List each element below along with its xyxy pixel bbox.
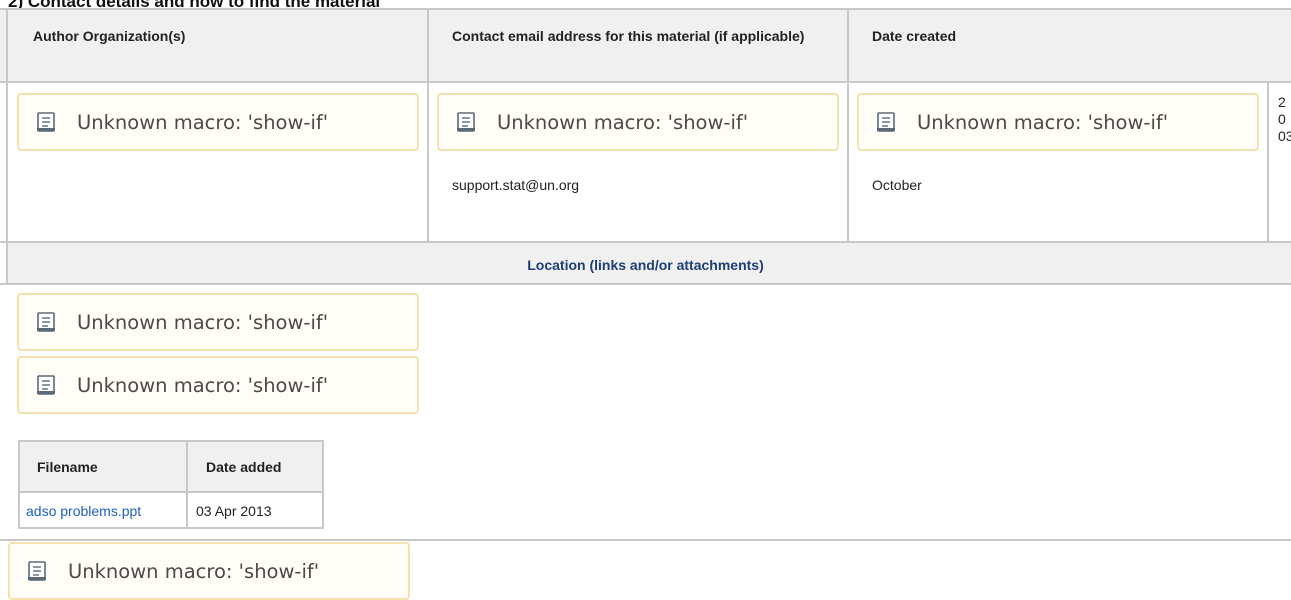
macro-label: Unknown macro: 'show-if' [77,110,329,134]
macro-label: Unknown macro: 'show-if' [68,559,320,583]
divider [0,539,1291,541]
header-filename: Filename [37,459,98,475]
attachment-link[interactable]: adso problems.ppt [26,503,141,519]
unknown-macro-panel: Unknown macro: 'show-if' [8,542,410,600]
macro-scroll-icon [35,111,57,133]
attachments-table: Filename Date added adso problems.ppt 03… [18,440,324,529]
truncated-line: 2 [1278,94,1286,110]
contact-email-value: support.stat@un.org [452,177,580,193]
column-divider [1267,82,1269,242]
truncated-date-cell: 2 0 03 [1278,94,1291,145]
table-header-row [0,8,1291,82]
location-header: Location (links and/or attachments) [527,257,764,273]
macro-label: Unknown macro: 'show-if' [917,110,1169,134]
unknown-macro-panel: Unknown macro: 'show-if' [17,293,419,351]
column-divider [847,8,849,243]
date-created-month: October [872,177,922,193]
unknown-macro-panel: Unknown macro: 'show-if' [437,93,839,151]
macro-label: Unknown macro: 'show-if' [77,310,329,334]
header-contact-email: Contact email address for this material … [452,28,805,44]
macro-scroll-icon [455,111,477,133]
column-divider [186,442,188,527]
macro-scroll-icon [35,311,57,333]
unknown-macro-panel: Unknown macro: 'show-if' [857,93,1259,151]
unknown-macro-panel: Unknown macro: 'show-if' [17,93,419,151]
attachment-date-added: 03 Apr 2013 [196,503,272,519]
divider [0,8,1291,10]
macro-scroll-icon [26,560,48,582]
macro-label: Unknown macro: 'show-if' [497,110,749,134]
header-date-created: Date created [872,28,957,44]
header-date-added: Date added [206,459,282,475]
macro-scroll-icon [35,374,57,396]
unknown-macro-panel: Unknown macro: 'show-if' [17,356,419,414]
divider [0,81,1291,83]
truncated-line: 03 [1278,128,1291,144]
macro-scroll-icon [875,111,897,133]
header-author-organization: Author Organization(s) [33,28,186,44]
divider [0,283,1291,285]
column-divider [427,8,429,243]
macro-label: Unknown macro: 'show-if' [77,373,329,397]
divider [20,491,322,493]
truncated-line: 0 [1278,111,1286,127]
